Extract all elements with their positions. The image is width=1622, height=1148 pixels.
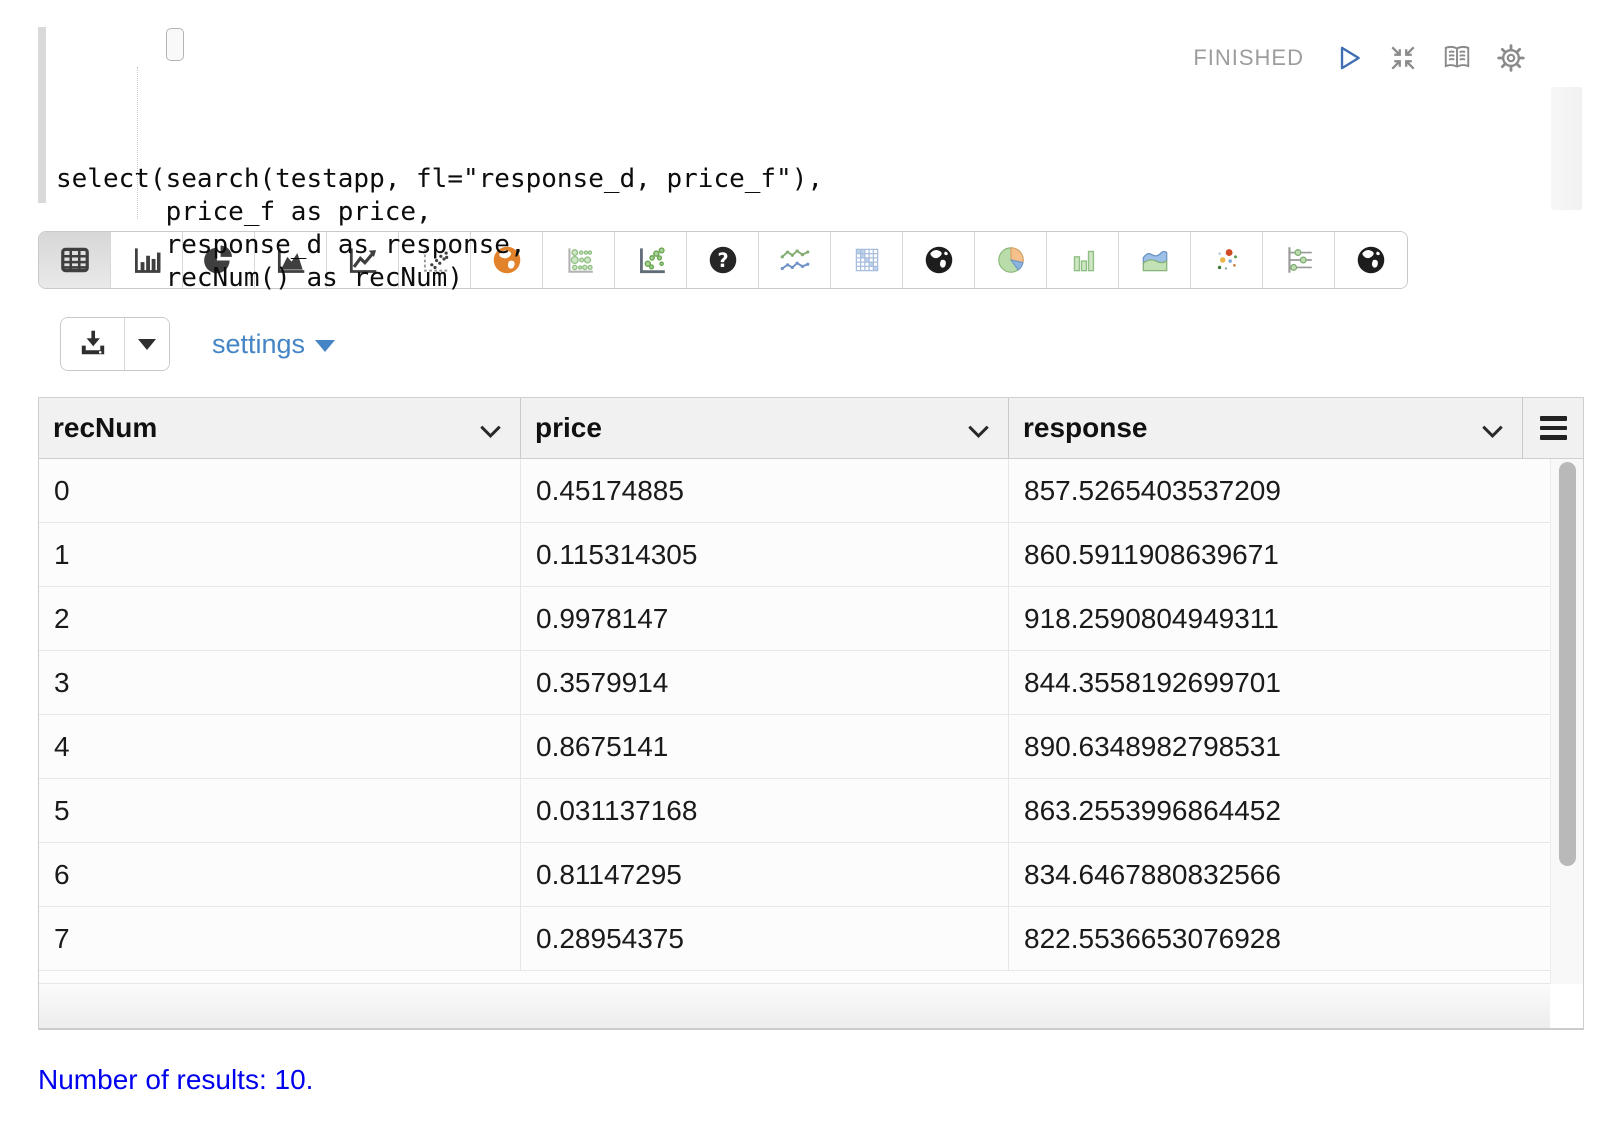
table-body: 00.45174885857.526540353720910.115314305… xyxy=(39,459,1583,984)
settings-label: settings xyxy=(212,329,305,360)
hamburger-icon xyxy=(1540,416,1567,440)
show-editor-button[interactable] xyxy=(1442,43,1472,73)
table-row: 20.9978147918.2590804949311 xyxy=(39,587,1583,651)
control-icons xyxy=(1334,43,1526,73)
scrollbar-thumb[interactable] xyxy=(1559,462,1576,866)
partial-row xyxy=(39,971,1552,984)
editor-gutter xyxy=(38,27,46,203)
scrollbar-corner xyxy=(1550,984,1583,1028)
column-header-price[interactable]: price xyxy=(521,398,1009,458)
code-line: response_d as response, xyxy=(56,229,1584,262)
code-line: select(search(testapp, fl="response_d, p… xyxy=(56,163,1584,196)
table-row: 50.031137168863.2553996864452 xyxy=(39,779,1583,843)
table-cell: 5 xyxy=(39,779,521,842)
table-cell: 822.5536653076928 xyxy=(1009,907,1552,970)
table-cell: 0.031137168 xyxy=(521,779,1009,842)
table-cell: 834.6467880832566 xyxy=(1009,843,1552,906)
table-cell: 0.81147295 xyxy=(521,843,1009,906)
table-cell: 0.3579914 xyxy=(521,651,1009,714)
table-horizontal-scrollbar[interactable] xyxy=(39,984,1550,1028)
result-table: recNum price response 00.45174885857.52654… xyxy=(38,397,1584,1030)
table-cell: 2 xyxy=(39,587,521,650)
table-footer xyxy=(39,984,1583,1028)
download-options-button[interactable] xyxy=(125,318,169,370)
table-cell: 844.3558192699701 xyxy=(1009,651,1552,714)
table-cell: 0.8675141 xyxy=(521,715,1009,778)
table-cell: 0.9978147 xyxy=(521,587,1009,650)
table-cell: 0.45174885 xyxy=(521,459,1009,522)
gear-icon xyxy=(1496,43,1526,73)
settings-toggle[interactable]: settings xyxy=(212,329,335,360)
results-count: Number of results: 10. xyxy=(38,1064,1584,1096)
bracket-match-highlight xyxy=(166,28,184,61)
compress-icon xyxy=(1388,43,1418,73)
download-icon xyxy=(77,327,109,362)
chevron-down-icon[interactable] xyxy=(967,413,990,445)
table-cell: 0.115314305 xyxy=(521,523,1009,586)
run-paragraph-button[interactable] xyxy=(1334,43,1364,73)
chevron-down-icon[interactable] xyxy=(479,413,502,445)
table-row: 40.8675141890.6348982798531 xyxy=(39,715,1583,779)
editor-scrollbar[interactable] xyxy=(1551,87,1582,210)
table-row: 60.81147295834.6467880832566 xyxy=(39,843,1583,907)
table-header-row: recNum price response xyxy=(39,398,1583,459)
table-cell: 860.5911908639671 xyxy=(1009,523,1552,586)
status-badge: FINISHED xyxy=(1193,45,1304,71)
code-line: price_f as price, xyxy=(56,196,1584,229)
caret-down-icon xyxy=(138,339,156,350)
column-label: price xyxy=(535,412,602,444)
table-menu-button[interactable] xyxy=(1523,398,1583,458)
collapse-paragraph-button[interactable] xyxy=(1388,43,1418,73)
table-cell: 863.2553996864452 xyxy=(1009,779,1552,842)
download-button-group xyxy=(60,317,170,371)
play-icon xyxy=(1334,43,1364,73)
paragraph-settings-button[interactable] xyxy=(1496,43,1526,73)
table-cell: 3 xyxy=(39,651,521,714)
download-button[interactable] xyxy=(61,318,125,370)
code-line: recNum() as recNum) xyxy=(56,262,1584,295)
table-row: 00.45174885857.5265403537209 xyxy=(39,459,1583,523)
table-cell: 4 xyxy=(39,715,521,778)
table-cell: 890.6348982798531 xyxy=(1009,715,1552,778)
table-cell: 7 xyxy=(39,907,521,970)
settings-caret-icon xyxy=(315,340,335,352)
column-header-response[interactable]: response xyxy=(1009,398,1523,458)
indent-guide xyxy=(137,67,138,219)
book-icon xyxy=(1442,43,1472,73)
actions-row: settings xyxy=(38,317,1584,371)
table-cell: 0.28954375 xyxy=(521,907,1009,970)
table-row: 30.3579914844.3558192699701 xyxy=(39,651,1583,715)
table-cell: 918.2590804949311 xyxy=(1009,587,1552,650)
table-row: 70.28954375822.5536653076928 xyxy=(39,907,1583,971)
chevron-down-icon[interactable] xyxy=(1481,413,1504,445)
table-row: 10.115314305860.5911908639671 xyxy=(39,523,1583,587)
paragraph-controls: FINISHED xyxy=(1193,43,1526,73)
zeppelin-paragraph: select(search(testapp, fl="response_d, p… xyxy=(0,0,1622,1096)
table-cell: 1 xyxy=(39,523,521,586)
table-vertical-scrollbar[interactable] xyxy=(1550,459,1583,984)
column-label: response xyxy=(1023,412,1148,444)
code-editor[interactable]: select(search(testapp, fl="response_d, p… xyxy=(38,25,1584,221)
table-cell: 857.5265403537209 xyxy=(1009,459,1552,522)
table-cell: 6 xyxy=(39,843,521,906)
column-header-recNum[interactable]: recNum xyxy=(39,398,521,458)
column-label: recNum xyxy=(53,412,157,444)
table-cell: 0 xyxy=(39,459,521,522)
